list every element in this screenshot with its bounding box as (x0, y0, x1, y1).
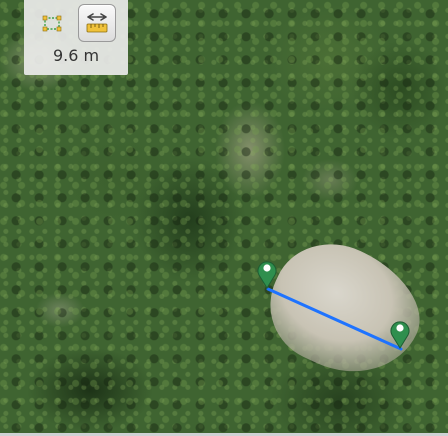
measure-line (266, 287, 403, 351)
distance-measure-icon (86, 13, 108, 33)
area-measure-icon (42, 15, 62, 32)
measure-end-marker[interactable] (390, 317, 410, 349)
measure-start-marker[interactable] (257, 257, 277, 289)
distance-measure-button[interactable] (78, 4, 116, 42)
measure-control-panel: 9.6 m (24, 0, 128, 75)
area-measure-button[interactable] (34, 6, 70, 42)
distance-readout: 9.6 m (52, 46, 100, 65)
